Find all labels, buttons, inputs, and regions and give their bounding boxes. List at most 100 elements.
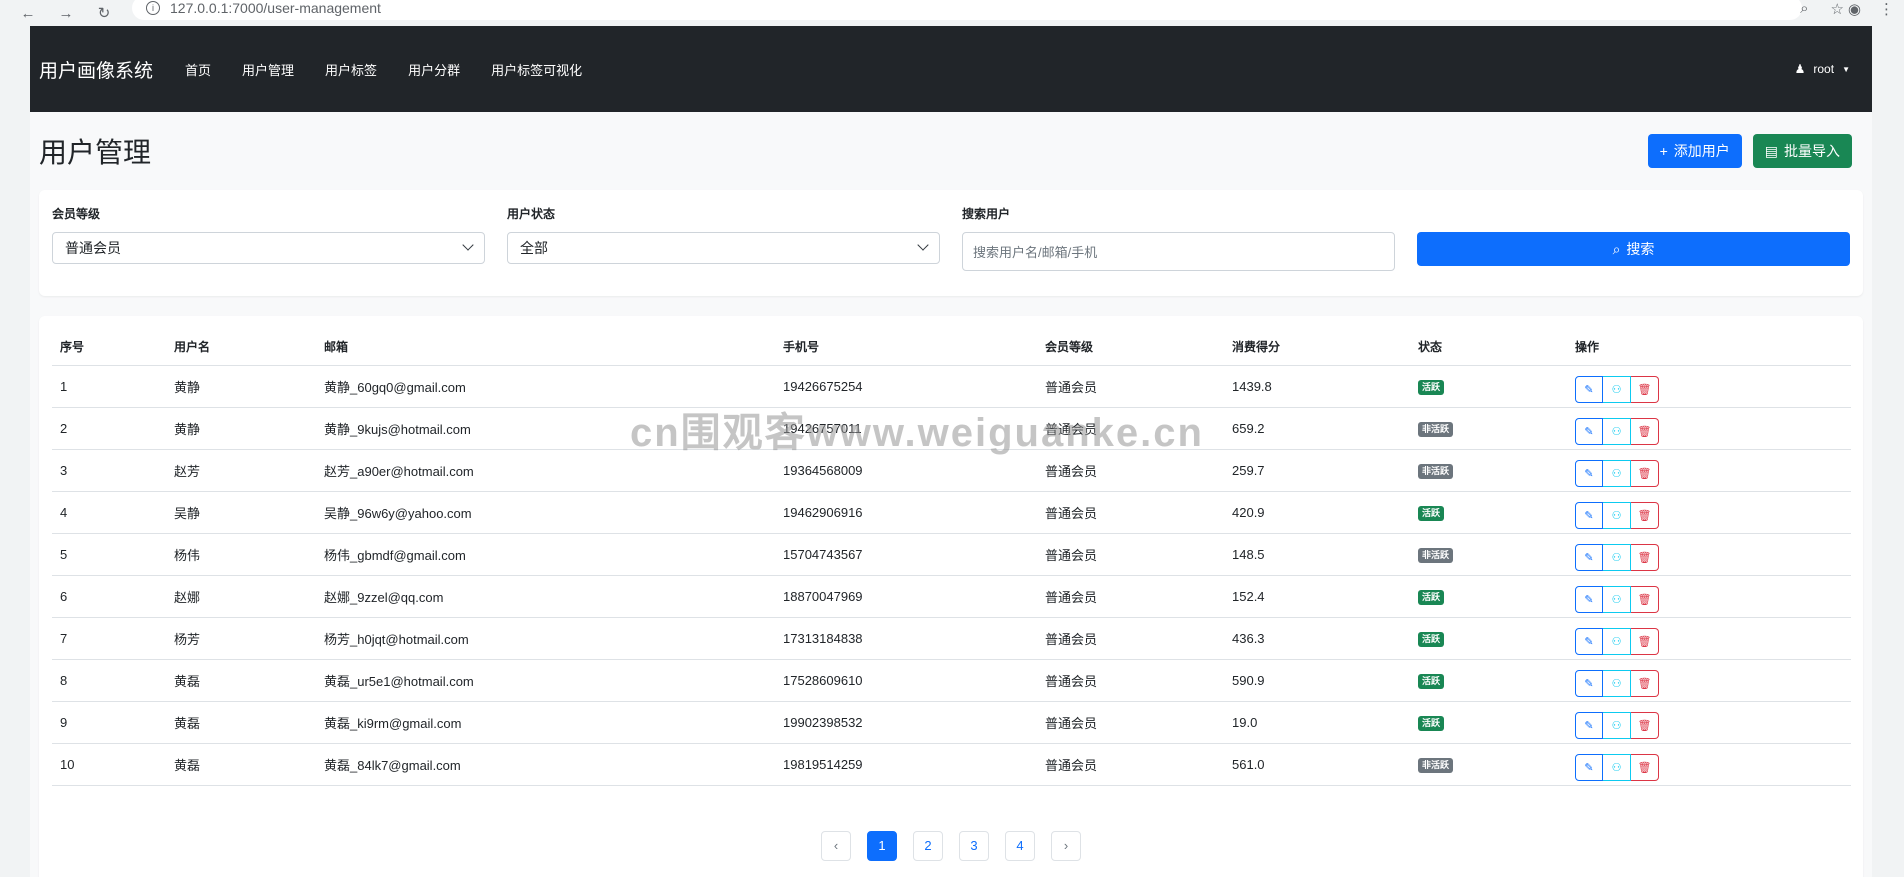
assign-tag-button[interactable]: ⚇: [1603, 628, 1631, 655]
edit-button[interactable]: ✎: [1575, 586, 1603, 613]
table-row: 9 黄磊 黄磊_ki9rm@gmail.com 19902398532 普通会员 19.0…: [52, 701, 1851, 744]
user-table: 序号 用户名 邮箱 手机号 会员等级 消费得分 状态 操作 1 黄静 黄静_60gq…: [52, 328, 1851, 786]
cell-username: 黄静: [166, 407, 316, 450]
batch-import-button[interactable]: ▤ 批量导入: [1752, 134, 1852, 168]
edit-button[interactable]: ✎: [1575, 712, 1603, 739]
nav-user-segments[interactable]: 用户分群: [408, 60, 460, 79]
add-user-button[interactable]: + 添加用户: [1647, 134, 1742, 168]
delete-button[interactable]: 🗑: [1631, 586, 1659, 613]
forward-icon[interactable]: →: [56, 3, 76, 23]
cell-phone: 19462906916: [775, 491, 1037, 534]
cell-phone: 17528609610: [775, 659, 1037, 702]
cell-status: 非活跃: [1410, 449, 1567, 492]
delete-button[interactable]: 🗑: [1631, 754, 1659, 781]
search-input[interactable]: 搜索用户名/邮箱/手机: [962, 232, 1395, 271]
edit-button[interactable]: ✎: [1575, 544, 1603, 571]
edit-button[interactable]: ✎: [1575, 754, 1603, 781]
col-phone: 手机号: [775, 328, 1037, 366]
assign-tag-button[interactable]: ⚇: [1603, 460, 1631, 487]
table-row: 4 吴静 吴静_96w6y@yahoo.com 19462906916 普通会员 420.…: [52, 491, 1851, 534]
brand-title[interactable]: 用户画像系统: [39, 56, 153, 83]
edit-button[interactable]: ✎: [1575, 502, 1603, 529]
col-member-level: 会员等级: [1037, 328, 1224, 366]
member-level-label: 会员等级: [52, 207, 101, 221]
edit-button[interactable]: ✎: [1575, 670, 1603, 697]
cell-status: 非活跃: [1410, 743, 1567, 786]
page-2-button[interactable]: 2: [913, 830, 943, 861]
delete-button[interactable]: 🗑: [1631, 376, 1659, 403]
col-index: 序号: [52, 328, 166, 366]
page-3-button[interactable]: 3: [959, 830, 989, 861]
delete-button[interactable]: 🗑: [1631, 544, 1659, 571]
cell-score: 659.2: [1224, 407, 1410, 450]
reload-icon[interactable]: ↻: [94, 3, 114, 23]
edit-button[interactable]: ✎: [1575, 376, 1603, 403]
member-level-select[interactable]: 普通会员: [52, 232, 485, 264]
browser-menu-icon[interactable]: ⋮: [1879, 0, 1894, 18]
next-page-button[interactable]: ›: [1051, 830, 1081, 861]
user-menu[interactable]: ♟ root ▼: [1795, 62, 1850, 76]
search-button[interactable]: ⌕ 搜索: [1417, 232, 1850, 266]
bookmark-star-icon[interactable]: ☆: [1831, 0, 1844, 18]
row-actions: ✎ ⚇ 🗑: [1575, 418, 1659, 445]
status-badge: 非活跃: [1418, 463, 1454, 479]
cell-username: 黄磊: [166, 743, 316, 786]
nav-tag-visualization[interactable]: 用户标签可视化: [491, 60, 582, 79]
cell-score: 19.0: [1224, 701, 1410, 744]
assign-tag-button[interactable]: ⚇: [1603, 586, 1631, 613]
nav-user-management[interactable]: 用户管理: [242, 60, 294, 79]
nav-user-tags[interactable]: 用户标签: [325, 60, 377, 79]
page-title: 用户管理: [39, 137, 152, 168]
cell-status: 活跃: [1410, 701, 1567, 744]
assign-tag-button[interactable]: ⚇: [1603, 502, 1631, 529]
edit-button[interactable]: ✎: [1575, 628, 1603, 655]
username: root: [1813, 62, 1835, 76]
cell-email: 黄磊_ur5e1@hotmail.com: [316, 659, 775, 702]
status-badge: 活跃: [1418, 631, 1445, 647]
table-row: 6 赵娜 赵娜_9zzel@qq.com 18870047969 普通会员 152.4 活跃…: [52, 575, 1851, 618]
row-actions: ✎ ⚇ 🗑: [1575, 376, 1659, 403]
status-badge: 活跃: [1418, 673, 1445, 689]
status-badge: 活跃: [1418, 589, 1445, 605]
delete-button[interactable]: 🗑: [1631, 460, 1659, 487]
nav-home[interactable]: 首页: [185, 60, 211, 79]
assign-tag-button[interactable]: ⚇: [1603, 754, 1631, 781]
delete-button[interactable]: 🗑: [1631, 670, 1659, 697]
delete-button[interactable]: 🗑: [1631, 502, 1659, 529]
chevron-down-icon: ▼: [1842, 64, 1850, 74]
assign-tag-button[interactable]: ⚇: [1603, 418, 1631, 445]
cell-score: 561.0: [1224, 743, 1410, 786]
edit-button[interactable]: ✎: [1575, 460, 1603, 487]
cell-username: 赵芳: [166, 449, 316, 492]
cell-email: 黄磊_ki9rm@gmail.com: [316, 701, 775, 744]
assign-tag-button[interactable]: ⚇: [1603, 670, 1631, 697]
address-bar[interactable]: i 127.0.0.1:7000/user-management: [132, 0, 1802, 20]
delete-button[interactable]: 🗑: [1631, 418, 1659, 445]
assign-tag-button[interactable]: ⚇: [1603, 544, 1631, 571]
cell-username: 赵娜: [166, 575, 316, 618]
edit-button[interactable]: ✎: [1575, 418, 1603, 445]
site-info-icon[interactable]: i: [146, 1, 160, 15]
back-icon[interactable]: ←: [18, 3, 38, 23]
cell-score: 1439.8: [1224, 365, 1410, 408]
cell-member-level: 普通会员: [1037, 617, 1224, 660]
status-select[interactable]: 全部: [507, 232, 940, 264]
prev-page-button[interactable]: ‹: [821, 830, 851, 861]
cell-email: 杨伟_gbmdf@gmail.com: [316, 533, 775, 576]
cell-phone: 15704743567: [775, 533, 1037, 576]
chevron-down-icon: [462, 239, 474, 251]
zoom-icon[interactable]: ⌕: [1800, 0, 1808, 18]
page-1-button[interactable]: 1: [867, 830, 897, 861]
cell-phone: 19902398532: [775, 701, 1037, 744]
profile-icon[interactable]: ◉: [1848, 0, 1861, 18]
delete-button[interactable]: 🗑: [1631, 712, 1659, 739]
assign-tag-button[interactable]: ⚇: [1603, 376, 1631, 403]
cell-actions: ✎ ⚇ 🗑: [1567, 659, 1851, 702]
cell-status: 非活跃: [1410, 407, 1567, 450]
status-badge: 活跃: [1418, 505, 1445, 521]
browser-toolbar: ← → ↻ i 127.0.0.1:7000/user-management: [0, 0, 1904, 26]
assign-tag-button[interactable]: ⚇: [1603, 712, 1631, 739]
row-actions: ✎ ⚇ 🗑: [1575, 544, 1659, 571]
page-4-button[interactable]: 4: [1005, 830, 1035, 861]
delete-button[interactable]: 🗑: [1631, 628, 1659, 655]
